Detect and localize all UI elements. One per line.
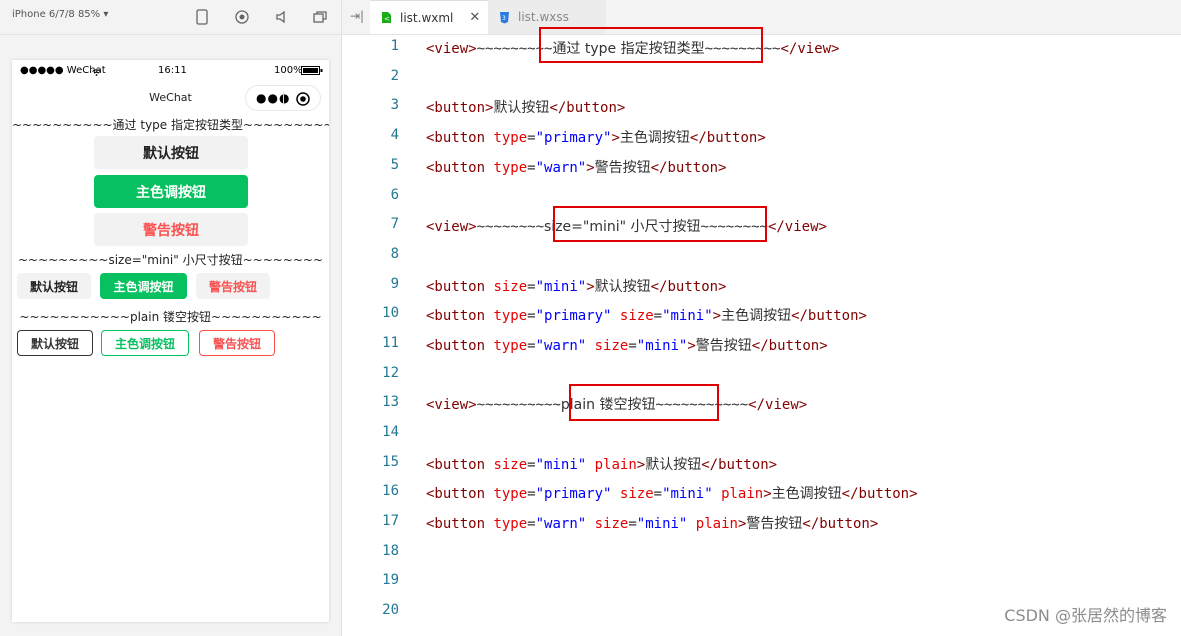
more-icon[interactable]: ●●●: [256, 92, 290, 104]
code-text: <button type="primary" size="mini" plain…: [426, 486, 918, 502]
line-number: 12: [382, 365, 399, 381]
code-text: <button type="warn" size="mini" plain>警告…: [426, 516, 879, 532]
line-number: 15: [382, 454, 399, 470]
nav-bar: WeChat ●●●: [12, 80, 329, 116]
code-text: <button>默认按钮</button>: [426, 100, 626, 116]
code-line[interactable]: 15 <button size="mini" plain>默认按钮</butto…: [342, 451, 1181, 473]
line-number: 10: [382, 305, 399, 321]
code-line[interactable]: 2: [342, 65, 1181, 87]
svg-text:3: 3: [502, 15, 506, 22]
line-number: 13: [382, 394, 399, 410]
status-bar: ●●●●● WeChat 16:11 100%: [12, 60, 329, 80]
speaker-icon[interactable]: [271, 6, 293, 28]
code-text: <button size="mini" plain>默认按钮</button>: [426, 457, 778, 473]
highlight-box-plain: [569, 384, 719, 421]
line-number: 11: [382, 335, 399, 351]
code-line[interactable]: 11 <button type="warn" size="mini">警告按钮<…: [342, 332, 1181, 354]
plain-primary-button[interactable]: 主色调按钮: [101, 330, 189, 356]
plain-warn-button[interactable]: 警告按钮: [199, 330, 275, 356]
split-editor-icon[interactable]: ⇥|: [350, 9, 364, 23]
line-number: 9: [390, 276, 399, 292]
record-icon[interactable]: [231, 6, 253, 28]
line-number: 4: [390, 127, 399, 143]
code-text: <button type="primary">主色调按钮</button>: [426, 130, 766, 146]
line-number: 6: [390, 187, 399, 203]
code-line[interactable]: 18: [342, 540, 1181, 562]
code-line[interactable]: 16 <button type="primary" size="mini" pl…: [342, 480, 1181, 502]
code-text: <button type="warn" size="mini">警告按钮</bu…: [426, 338, 828, 354]
code-text: <button type="warn">警告按钮</button>: [426, 160, 727, 176]
code-line[interactable]: 5 <button type="warn">警告按钮</button>: [342, 154, 1181, 176]
mini-warn-button[interactable]: 警告按钮: [196, 273, 270, 299]
line-number: 2: [390, 68, 399, 84]
highlight-box-type: [539, 27, 763, 63]
phone-screen: ●●●●● WeChat 16:11 100% WeChat ●●● ~~~~~…: [12, 60, 329, 622]
line-number: 17: [382, 513, 399, 529]
code-line[interactable]: 17 <button type="warn" size="mini" plain…: [342, 510, 1181, 532]
primary-button[interactable]: 主色调按钮: [94, 175, 248, 208]
line-number: 7: [390, 216, 399, 232]
code-line[interactable]: 4 <button type="primary">主色调按钮</button>: [342, 124, 1181, 146]
line-number: 18: [382, 543, 399, 559]
line-number: 19: [382, 572, 399, 588]
tab-label: list.wxss: [518, 10, 569, 24]
line-number: 14: [382, 424, 399, 440]
mini-primary-button[interactable]: 主色调按钮: [100, 273, 187, 299]
battery-percent: 100%: [274, 65, 303, 76]
warn-button[interactable]: 警告按钮: [94, 213, 248, 246]
line-number: 8: [390, 246, 399, 262]
close-mini-program-icon[interactable]: [296, 91, 310, 106]
line-number: 3: [390, 97, 399, 113]
code-line[interactable]: 8: [342, 243, 1181, 265]
wxml-file-icon: <: [380, 11, 392, 25]
code-line[interactable]: 6: [342, 184, 1181, 206]
code-line[interactable]: 3 <button>默认按钮</button>: [342, 94, 1181, 116]
status-time: 16:11: [158, 65, 187, 76]
code-line[interactable]: 13 <view>~~~~~~~~~~plain 镂空按钮~~~~~~~~~~~…: [342, 391, 1181, 413]
capsule-menu[interactable]: ●●●: [245, 85, 321, 111]
wifi-icon: [92, 68, 101, 79]
code-line[interactable]: 9 <button size="mini">默认按钮</button>: [342, 273, 1181, 295]
code-text: <button size="mini">默认按钮</button>: [426, 279, 727, 295]
default-button[interactable]: 默认按钮: [94, 136, 248, 169]
line-number: 16: [382, 483, 399, 499]
close-icon[interactable]: ✕: [469, 10, 480, 25]
watermark: CSDN @张居然的博客: [1004, 606, 1167, 625]
code-line[interactable]: 19: [342, 569, 1181, 591]
line-number: 5: [390, 157, 399, 173]
phone-icon[interactable]: [191, 6, 213, 28]
code-area[interactable]: 1 <view>~~~~~~~~~通过 type 指定按钮类型~~~~~~~~~…: [342, 32, 1181, 636]
svg-text:<: <: [384, 15, 390, 23]
capsule-separator: [283, 92, 284, 105]
plain-default-button[interactable]: 默认按钮: [17, 330, 93, 356]
wxss-file-icon: 3: [498, 10, 510, 24]
divider-type: ~~~~~~~~~~通过 type 指定按钮类型~~~~~~~~~~: [12, 118, 329, 132]
divider-plain: ~~~~~~~~~~~plain 镂空按钮~~~~~~~~~~~: [19, 310, 322, 324]
code-line[interactable]: 10 <button type="primary" size="mini">主色…: [342, 302, 1181, 324]
highlight-box-mini: [553, 206, 767, 242]
line-number: 20: [382, 602, 399, 618]
tab-label: list.wxml: [400, 10, 454, 25]
divider-mini: ~~~~~~~~~size="mini" 小尺寸按钮~~~~~~~~: [17, 253, 324, 267]
code-editor: ⇥| < list.wxml ✕ 3 list.wxss 1 <view>~~~…: [342, 0, 1181, 636]
tab-list-wxml[interactable]: < list.wxml ✕: [370, 0, 488, 34]
code-line[interactable]: 12: [342, 362, 1181, 384]
simulator-toolbar: iPhone 6/7/8 85% ▾: [0, 0, 341, 35]
battery-icon: [301, 66, 323, 78]
mini-default-button[interactable]: 默认按钮: [17, 273, 91, 299]
simulator-pane: iPhone 6/7/8 85% ▾ ●●●●● WeChat 16:11 10…: [0, 0, 342, 636]
line-number: 1: [390, 38, 399, 54]
device-selector[interactable]: iPhone 6/7/8 85% ▾: [12, 9, 108, 20]
code-line[interactable]: 14: [342, 421, 1181, 443]
multi-window-icon[interactable]: [309, 6, 331, 28]
code-text: <button type="primary" size="mini">主色调按钮…: [426, 308, 867, 324]
